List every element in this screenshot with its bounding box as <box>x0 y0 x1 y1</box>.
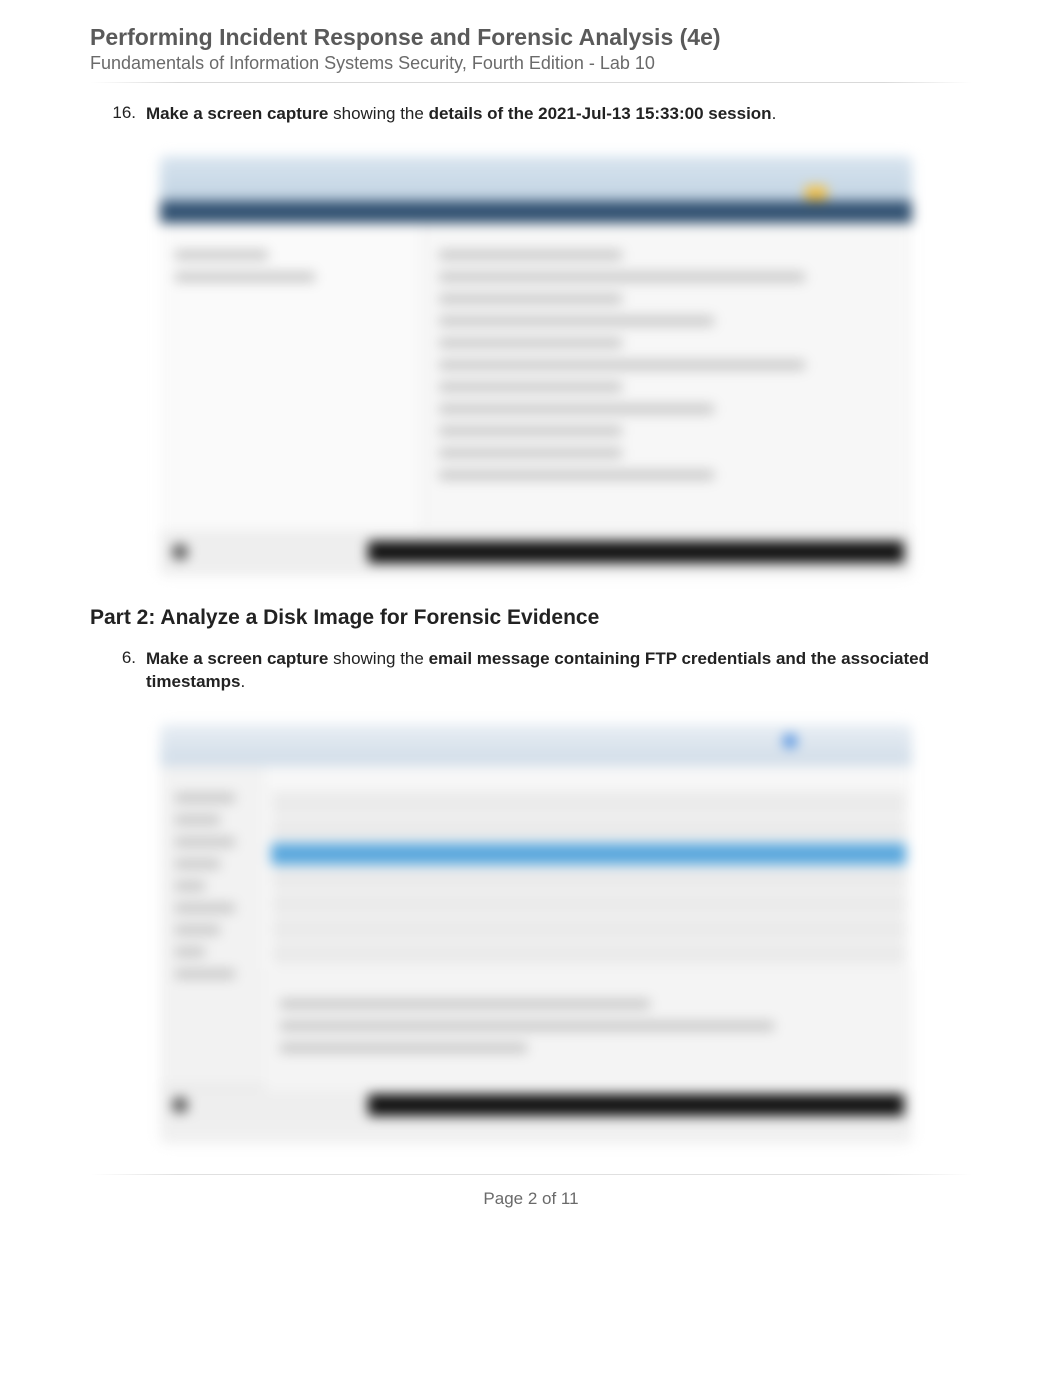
document-page: Performing Incident Response and Forensi… <box>0 0 1062 1376</box>
plain-text: showing the <box>328 104 428 123</box>
page-number: Page 2 of 11 <box>90 1189 972 1209</box>
list-text: Make a screen capture showing the email … <box>146 648 972 694</box>
list-item-6: 6. Make a screen capture showing the ema… <box>110 648 972 694</box>
bold-text: Make a screen capture <box>146 104 328 123</box>
bold-text: Make a screen capture <box>146 649 328 668</box>
header-title: Performing Incident Response and Forensi… <box>90 24 972 51</box>
plain-text: showing the <box>328 649 428 668</box>
list-item-16: 16. Make a screen capture showing the de… <box>110 103 972 126</box>
screenshot-1 <box>160 156 912 576</box>
screenshot-2 <box>160 724 912 1144</box>
list-text: Make a screen capture showing the detail… <box>146 103 776 126</box>
period: . <box>240 672 245 691</box>
list-number: 6. <box>110 648 146 694</box>
list-number: 16. <box>110 103 146 126</box>
period: . <box>772 104 777 123</box>
footer-divider <box>90 1174 972 1175</box>
bold-text: details of the 2021-Jul-13 15:33:00 sess… <box>429 104 772 123</box>
header-subtitle: Fundamentals of Information Systems Secu… <box>90 53 972 74</box>
header-divider <box>90 82 972 83</box>
part2-heading: Part 2: Analyze a Disk Image for Forensi… <box>90 606 972 630</box>
